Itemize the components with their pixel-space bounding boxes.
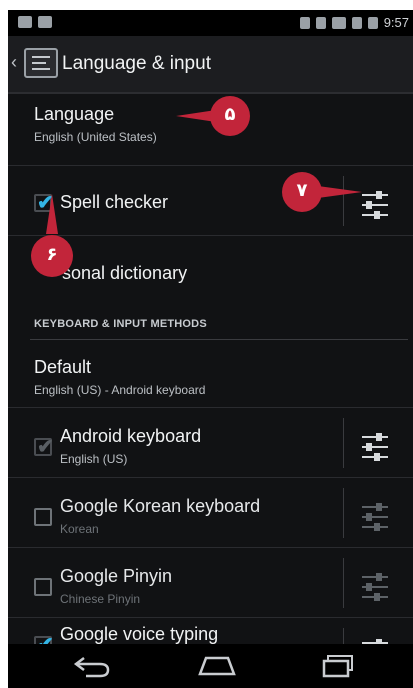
nav-back-icon[interactable] bbox=[72, 654, 112, 678]
android-keyboard-checkbox[interactable]: ✔ bbox=[34, 436, 54, 458]
default-title: Default bbox=[34, 357, 92, 377]
system-icons: 9:57 bbox=[299, 15, 409, 30]
google-korean-settings-icon[interactable] bbox=[360, 502, 390, 532]
callout-number: ۶ bbox=[46, 244, 58, 265]
divider bbox=[343, 418, 344, 468]
status-bar: 9:57 bbox=[8, 10, 413, 36]
settings-app-icon[interactable] bbox=[24, 48, 58, 78]
google-pinyin-settings-icon[interactable] bbox=[360, 572, 390, 602]
input-method-summary: Chinese Pinyin bbox=[60, 592, 141, 606]
airplane-icon bbox=[315, 16, 326, 29]
callout-7: ۷ bbox=[278, 170, 362, 214]
nav-recents-icon[interactable] bbox=[318, 654, 358, 678]
wifi-icon bbox=[331, 16, 346, 29]
input-method-title: Google Pinyin bbox=[60, 566, 173, 586]
input-method-google-pinyin[interactable]: Google Pinyin Chinese Pinyin bbox=[8, 548, 413, 618]
input-method-summary: English (US) bbox=[60, 452, 128, 466]
bluetooth-icon bbox=[299, 16, 310, 29]
language-title: Language bbox=[34, 104, 115, 124]
callout-5: ۵ bbox=[176, 94, 256, 138]
divider bbox=[343, 488, 344, 538]
battery-icon bbox=[367, 16, 378, 29]
navigation-bar bbox=[8, 644, 413, 688]
message-icon bbox=[18, 16, 32, 28]
gamepad-icon bbox=[38, 16, 52, 28]
input-method-google-korean[interactable]: Google Korean keyboard Korean bbox=[8, 478, 413, 548]
google-korean-checkbox[interactable] bbox=[34, 508, 52, 526]
input-method-title: Google Korean keyboard bbox=[60, 496, 261, 516]
google-pinyin-checkbox[interactable] bbox=[34, 578, 52, 596]
android-keyboard-settings-icon[interactable] bbox=[360, 432, 390, 462]
back-arrow-icon[interactable]: ‹ bbox=[11, 52, 17, 73]
default-keyboard-row[interactable]: Default English (US) - Android keyboard bbox=[8, 340, 413, 408]
language-summary: English (United States) bbox=[34, 130, 157, 144]
notification-icons bbox=[18, 16, 52, 28]
default-summary: English (US) - Android keyboard bbox=[34, 383, 206, 397]
page-title: Language & input bbox=[62, 53, 211, 74]
input-method-android-keyboard[interactable]: ✔ Android keyboard English (US) bbox=[8, 408, 413, 478]
callout-6: ۶ bbox=[26, 194, 78, 282]
spell-checker-settings-icon[interactable] bbox=[360, 190, 390, 220]
personal-dictionary-label: sonal dictionary bbox=[62, 263, 188, 283]
phone-screen: 9:57 ‹ Language & input Language English… bbox=[8, 10, 413, 688]
clock: 9:57 bbox=[383, 15, 409, 30]
input-method-summary: Korean bbox=[60, 522, 99, 536]
divider bbox=[343, 558, 344, 608]
callout-number: ۵ bbox=[224, 104, 236, 125]
input-method-title: Android keyboard bbox=[60, 426, 202, 446]
input-method-title: Google voice typing bbox=[60, 624, 219, 644]
callout-number: ۷ bbox=[296, 180, 308, 201]
signal-icon bbox=[351, 16, 362, 29]
check-icon: ✔ bbox=[37, 436, 54, 458]
section-header: KEYBOARD & INPUT METHODS bbox=[34, 318, 207, 330]
action-bar: ‹ Language & input bbox=[8, 36, 413, 94]
nav-home-icon[interactable] bbox=[196, 654, 238, 678]
